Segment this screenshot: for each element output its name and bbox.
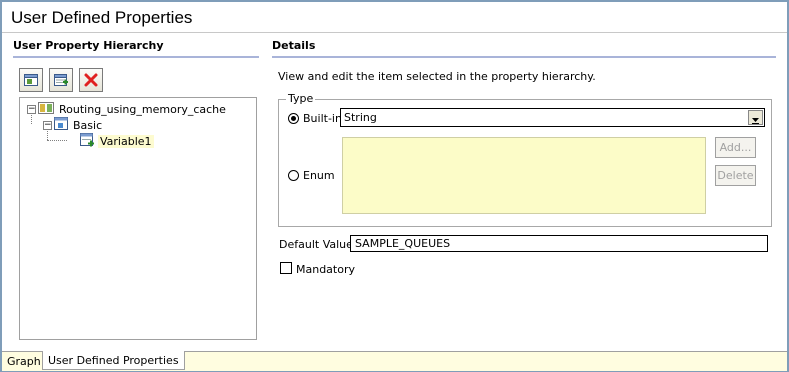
add-property-icon: [54, 74, 68, 86]
builtin-radio-row[interactable]: Built-in: [288, 112, 342, 125]
property-item-icon: [80, 132, 95, 150]
collapse-icon[interactable]: −: [27, 104, 36, 114]
details-heading: Details: [272, 39, 316, 52]
delete-enum-button[interactable]: Delete: [715, 165, 756, 186]
property-group-icon: [54, 117, 68, 133]
default-value-text: SAMPLE_QUEUES: [355, 237, 451, 250]
tab-user-defined-properties[interactable]: User Defined Properties: [42, 351, 185, 370]
builtin-type-value: String: [344, 111, 377, 124]
editor-window: User Defined Properties User Property Hi…: [0, 0, 789, 372]
tree-connector: [47, 140, 67, 141]
hierarchy-heading: User Property Hierarchy: [13, 39, 164, 52]
add-enum-button[interactable]: Add...: [715, 137, 756, 158]
property-tree[interactable]: − Routing_using_memory_cache − Basic Var…: [19, 97, 257, 340]
tree-node-root[interactable]: − Routing_using_memory_cache: [27, 101, 228, 117]
graph-properties-icon: [38, 101, 54, 117]
type-legend: Type: [286, 92, 316, 105]
editor-tab-strip: Graph User Defined Properties: [2, 351, 787, 371]
builtin-type-select[interactable]: String: [340, 108, 765, 127]
default-value-label: Default Value: [279, 238, 353, 251]
add-group-icon: [24, 74, 38, 86]
tab-graph[interactable]: Graph: [2, 352, 46, 370]
page-title: User Defined Properties: [11, 8, 193, 27]
title-divider: [2, 32, 787, 33]
details-description: View and edit the item selected in the p…: [278, 70, 596, 83]
enum-label: Enum: [303, 169, 335, 182]
details-heading-rule: [272, 56, 776, 58]
enum-radio-row[interactable]: Enum: [288, 169, 335, 182]
tree-node-group[interactable]: − Basic: [43, 117, 104, 133]
enum-values-list[interactable]: [342, 137, 706, 214]
dropdown-arrow-icon[interactable]: [748, 110, 763, 125]
builtin-radio[interactable]: [288, 113, 299, 124]
delete-icon: [84, 73, 98, 87]
hierarchy-heading-rule: [13, 56, 259, 58]
add-property-button[interactable]: [49, 68, 73, 92]
tree-label-root: Routing_using_memory_cache: [59, 102, 226, 116]
delete-button[interactable]: [79, 68, 103, 92]
mandatory-checkbox[interactable]: [280, 262, 292, 274]
hierarchy-toolbar: [19, 68, 103, 92]
tree-label-group: Basic: [73, 118, 103, 132]
mandatory-label: Mandatory: [296, 263, 356, 276]
default-value-input[interactable]: SAMPLE_QUEUES: [350, 235, 768, 252]
add-group-button[interactable]: [19, 68, 43, 92]
enum-radio[interactable]: [288, 170, 299, 181]
tree-node-item[interactable]: Variable1: [80, 132, 154, 150]
tree-label-item: Variable1: [98, 134, 154, 148]
collapse-icon[interactable]: −: [43, 120, 52, 130]
builtin-label: Built-in: [303, 112, 342, 125]
